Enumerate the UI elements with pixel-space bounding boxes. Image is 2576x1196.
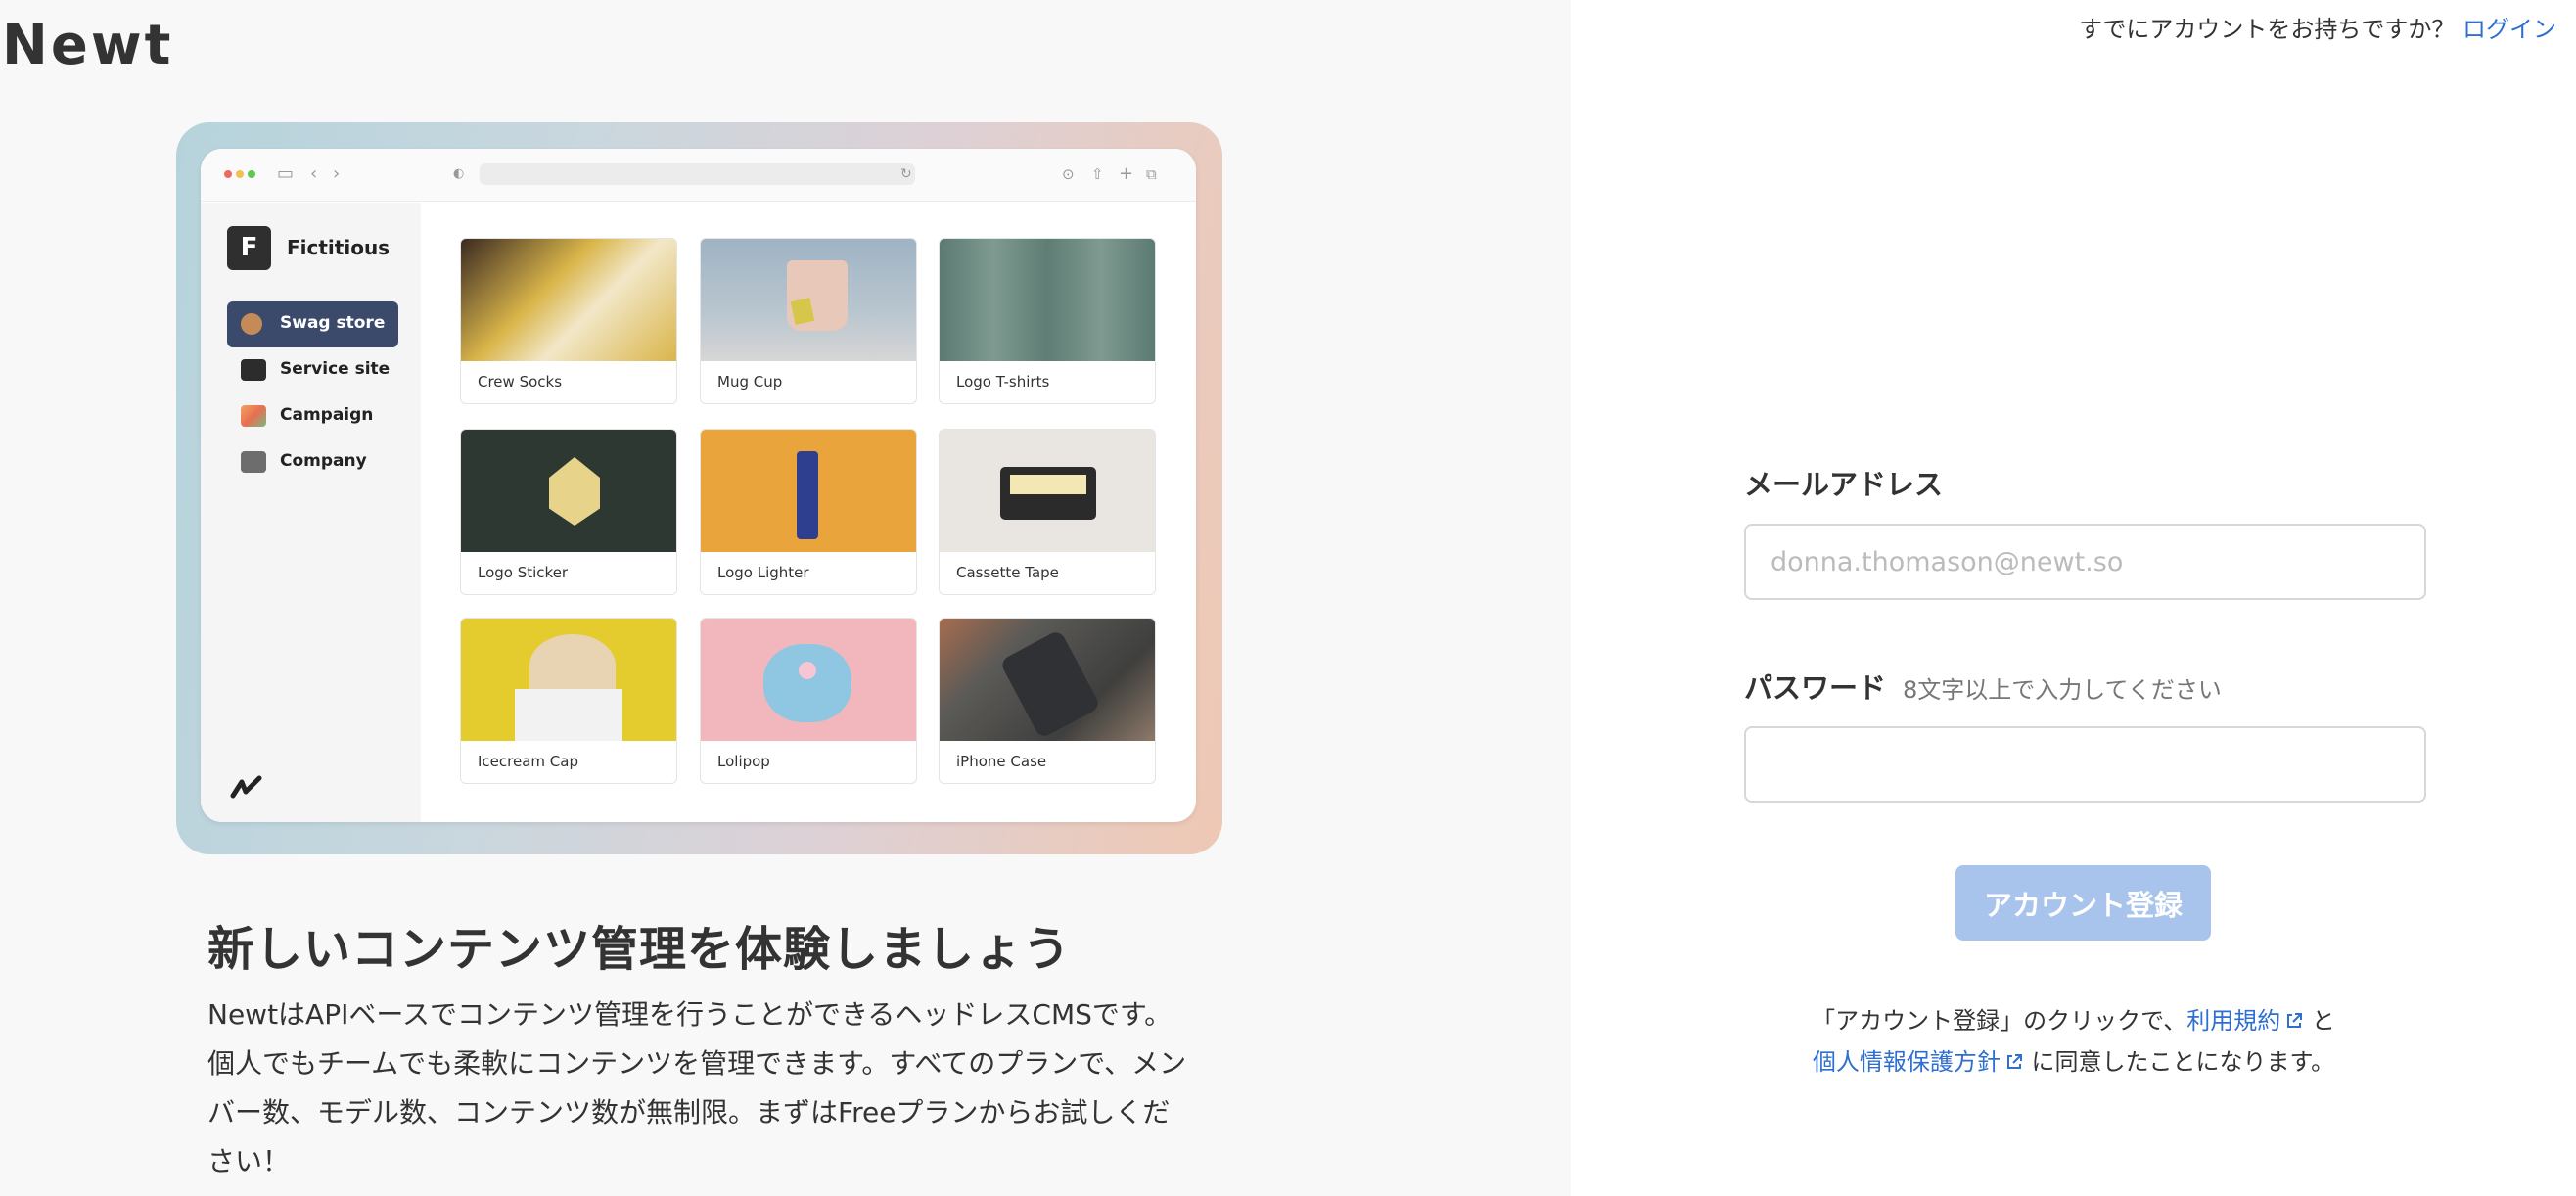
sidebar-item-service-site: Service site xyxy=(227,347,398,393)
product-image xyxy=(461,430,676,552)
terms-of-service-link[interactable]: 利用規約 xyxy=(2186,1007,2304,1035)
sidebar-item-label: Company xyxy=(280,451,367,471)
product-card: Cassette Tape xyxy=(939,429,1156,595)
preview-sidebar: F Fictitious Swag store Service site Cam… xyxy=(201,203,421,822)
signup-panel: すでにアカウントをお持ちですか？ ログイン メールアドレス パスワード 8文字以… xyxy=(1571,0,2576,1196)
password-label: パスワード xyxy=(1744,671,1887,705)
product-image xyxy=(701,239,916,361)
new-tab-icon: + xyxy=(1119,163,1134,184)
address-bar xyxy=(480,163,915,185)
back-icon: ‹ xyxy=(310,163,318,184)
login-prompt: すでにアカウントをお持ちですか？ ログイン xyxy=(2079,10,2556,44)
product-label: Cassette Tape xyxy=(956,564,1059,581)
sidebar-item-campaign: Campaign xyxy=(227,393,398,439)
password-field[interactable] xyxy=(1744,726,2426,803)
share-icon: ⇧ xyxy=(1091,165,1104,183)
intro-headline: 新しいコンテンツ管理を体験しましょう xyxy=(207,922,1072,977)
product-label: Logo Sticker xyxy=(478,564,569,581)
shield-icon: ◐ xyxy=(453,166,465,181)
reload-icon: ↻ xyxy=(900,166,912,182)
product-image xyxy=(461,239,676,361)
external-link-icon xyxy=(2287,1013,2303,1028)
close-dot-icon xyxy=(224,170,232,178)
product-label: Crew Socks xyxy=(478,373,563,391)
email-field[interactable] xyxy=(1744,524,2426,600)
product-label: Icecream Cap xyxy=(478,753,578,770)
product-label: Logo Lighter xyxy=(717,564,809,581)
product-card: Logo Sticker xyxy=(460,429,677,595)
intro-description: NewtはAPIベースでコンテンツ管理を行うことができるヘッドレスCMSです。個… xyxy=(207,998,1187,1177)
terms-line-2: 個人情報保護方針 に同意したことになります。 xyxy=(1571,1041,2576,1082)
sidebar-toggle-icon: ▭ xyxy=(277,163,295,184)
product-image xyxy=(701,430,916,552)
forward-icon: › xyxy=(333,163,341,184)
product-card: Logo T-shirts xyxy=(939,238,1156,404)
product-card: Mug Cup xyxy=(700,238,917,404)
product-card: Crew Socks xyxy=(460,238,677,404)
product-card: Icecream Cap xyxy=(460,618,677,784)
create-account-button[interactable]: アカウント登録 xyxy=(1955,865,2211,941)
product-image xyxy=(940,619,1155,741)
product-image xyxy=(461,619,676,741)
terms-link-label: 利用規約 xyxy=(2186,1007,2281,1035)
product-card: Lolipop xyxy=(700,618,917,784)
password-hint: 8文字以上で入力してください xyxy=(1903,676,2222,704)
service-site-thumbnail xyxy=(241,359,266,381)
login-link[interactable]: ログイン xyxy=(2462,16,2556,43)
sidebar-item-label: Campaign xyxy=(280,405,374,425)
product-image xyxy=(940,430,1155,552)
product-card: iPhone Case xyxy=(939,618,1156,784)
product-label: Mug Cup xyxy=(717,373,783,391)
download-icon: ⊙ xyxy=(1062,165,1075,183)
workspace-avatar: F xyxy=(227,226,271,270)
login-prompt-text: すでにアカウントをお持ちですか？ xyxy=(2079,16,2456,43)
newt-logo[interactable]: Newt xyxy=(2,14,173,77)
terms-suffix: に同意したことになります。 xyxy=(2031,1048,2335,1076)
sidebar-item-label: Service site xyxy=(280,359,391,379)
campaign-thumbnail xyxy=(241,405,266,427)
swag-store-thumbnail xyxy=(241,313,262,335)
terms-prefix: 「アカウント登録」のクリックで、 xyxy=(1812,1007,2187,1035)
external-link-icon xyxy=(2006,1054,2022,1069)
sidebar-item-label: Swag store xyxy=(280,313,386,333)
product-image xyxy=(701,619,916,741)
privacy-policy-link[interactable]: 個人情報保護方針 xyxy=(1813,1048,2024,1076)
email-label: メールアドレス xyxy=(1744,468,1944,501)
promo-panel: Newt ▭ ‹ › ◐ ↻ ⊙ ⇧ + ⧉ F Fictitious Swag… xyxy=(0,0,1571,1196)
terms-and: と xyxy=(2311,1007,2335,1035)
sidebar-item-swag-store: Swag store xyxy=(227,301,398,347)
product-card: Logo Lighter xyxy=(700,429,917,595)
maximize-dot-icon xyxy=(248,170,255,178)
workspace-name: Fictitious xyxy=(287,236,391,259)
product-label: Logo T-shirts xyxy=(956,373,1050,391)
product-image xyxy=(940,239,1155,361)
company-thumbnail xyxy=(241,451,266,473)
minimize-dot-icon xyxy=(236,170,244,178)
product-preview-frame: ▭ ‹ › ◐ ↻ ⊙ ⇧ + ⧉ F Fictitious Swag stor… xyxy=(176,122,1222,854)
sidebar-item-company: Company xyxy=(227,439,398,485)
browser-mockup: ▭ ‹ › ◐ ↻ ⊙ ⇧ + ⧉ F Fictitious Swag stor… xyxy=(201,149,1196,822)
tabs-overview-icon: ⧉ xyxy=(1146,165,1157,183)
privacy-link-label: 個人情報保護方針 xyxy=(1812,1048,2001,1076)
terms-line-1: 「アカウント登録」のクリックで、利用規約 と xyxy=(1571,1000,2576,1041)
product-label: Lolipop xyxy=(717,753,770,770)
newt-mark-icon xyxy=(230,770,263,807)
product-label: iPhone Case xyxy=(956,753,1047,770)
browser-toolbar: ▭ ‹ › ◐ ↻ ⊙ ⇧ + ⧉ xyxy=(201,149,1196,202)
